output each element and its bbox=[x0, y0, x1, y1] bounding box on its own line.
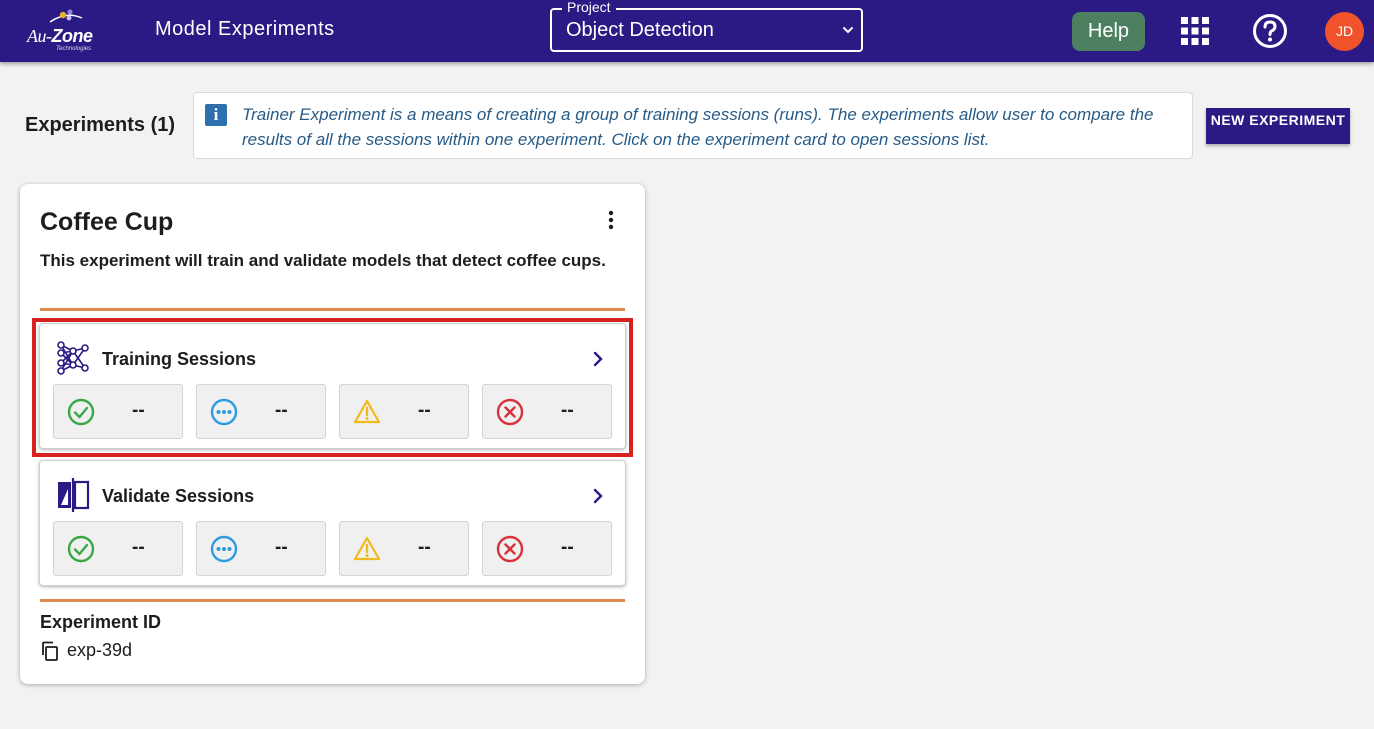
divider bbox=[40, 599, 625, 602]
experiment-id-label: Experiment ID bbox=[40, 612, 162, 632]
experiment-id-value: exp-39d bbox=[67, 640, 133, 660]
logo-wordmark: Au-Zone bbox=[27, 26, 93, 46]
stat-value: -- bbox=[561, 537, 574, 558]
validate-sessions-label: Validate Sessions bbox=[102, 486, 255, 506]
logo-dots-icon bbox=[49, 9, 83, 23]
stat-value: -- bbox=[275, 537, 288, 558]
project-select[interactable]: Project Object Detection bbox=[550, 0, 863, 52]
check-circle-icon bbox=[67, 535, 95, 563]
x-circle-icon bbox=[496, 535, 524, 563]
copy-icon[interactable] bbox=[40, 641, 60, 661]
apps-grid-icon[interactable] bbox=[1181, 17, 1209, 45]
more-horizontal-circle-icon bbox=[210, 535, 238, 563]
help-button[interactable]: Help bbox=[1072, 12, 1145, 51]
app-title: Model Experiments bbox=[155, 18, 335, 40]
project-select-label: Project bbox=[562, 0, 616, 15]
experiment-description: This experiment will train and validate … bbox=[40, 251, 606, 270]
chevron-right-icon[interactable] bbox=[591, 487, 605, 505]
stat-value: -- bbox=[418, 537, 431, 558]
validate-complete-stat: -- bbox=[53, 521, 183, 576]
logo-tagline: Technologies bbox=[56, 46, 92, 52]
selection-highlight bbox=[32, 318, 633, 457]
info-icon: i bbox=[205, 104, 227, 126]
au-zone-logo[interactable]: Au-Zone Technologies bbox=[26, 6, 102, 56]
experiments-heading: Experiments (1) bbox=[25, 114, 176, 136]
validate-running-stat: -- bbox=[196, 521, 326, 576]
stat-value: -- bbox=[132, 537, 145, 558]
validate-error-stat: -- bbox=[482, 521, 612, 576]
validate-warning-stat: -- bbox=[339, 521, 469, 576]
new-experiment-button[interactable]: NEW EXPERIMENT bbox=[1206, 108, 1350, 144]
more-vertical-icon[interactable] bbox=[602, 209, 620, 231]
chevron-down-icon bbox=[843, 27, 853, 34]
validate-compare-icon bbox=[58, 478, 90, 512]
warning-triangle-icon bbox=[353, 536, 381, 561]
user-avatar[interactable]: JD bbox=[1325, 12, 1364, 51]
top-app-bar: Au-Zone Technologies Model Experiments P… bbox=[0, 0, 1374, 62]
validate-sessions-panel[interactable]: Validate Sessions -- -- -- -- bbox=[39, 460, 626, 586]
help-circle-icon[interactable] bbox=[1252, 13, 1288, 49]
divider bbox=[40, 308, 625, 311]
info-banner: i Trainer Experiment is a means of creat… bbox=[193, 92, 1193, 159]
info-text: Trainer Experiment is a means of creatin… bbox=[242, 105, 1154, 149]
project-select-value: Object Detection bbox=[566, 19, 714, 41]
experiment-title: Coffee Cup bbox=[40, 208, 174, 236]
